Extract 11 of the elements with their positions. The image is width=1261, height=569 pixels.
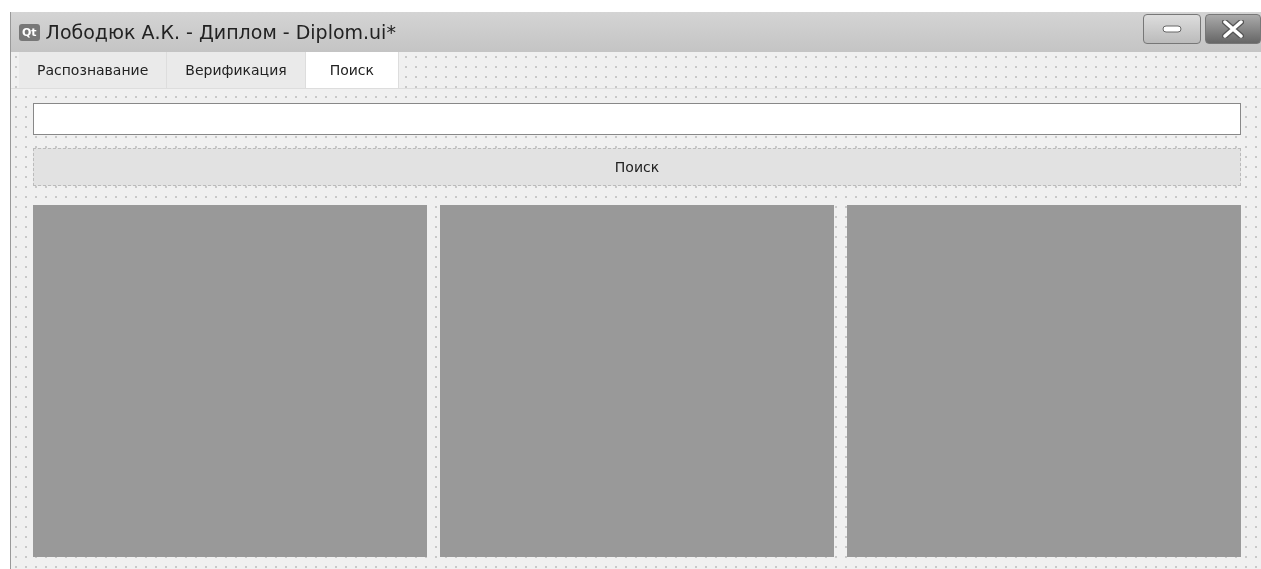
tab[interactable]: Распознавание [19,52,168,88]
close-icon [1222,20,1244,38]
tab[interactable]: Поиск [305,52,400,88]
search-button[interactable]: Поиск [33,148,1241,186]
close-button[interactable] [1205,14,1261,44]
minimize-icon [1162,25,1182,33]
app-logo-icon: Qt [19,23,40,41]
minimize-button[interactable] [1143,14,1201,44]
window-title: Лободюк А.К. - Диплом - Diplom.ui* [45,21,396,43]
search-field[interactable] [33,103,1241,135]
tab[interactable]: Верификация [167,52,306,88]
